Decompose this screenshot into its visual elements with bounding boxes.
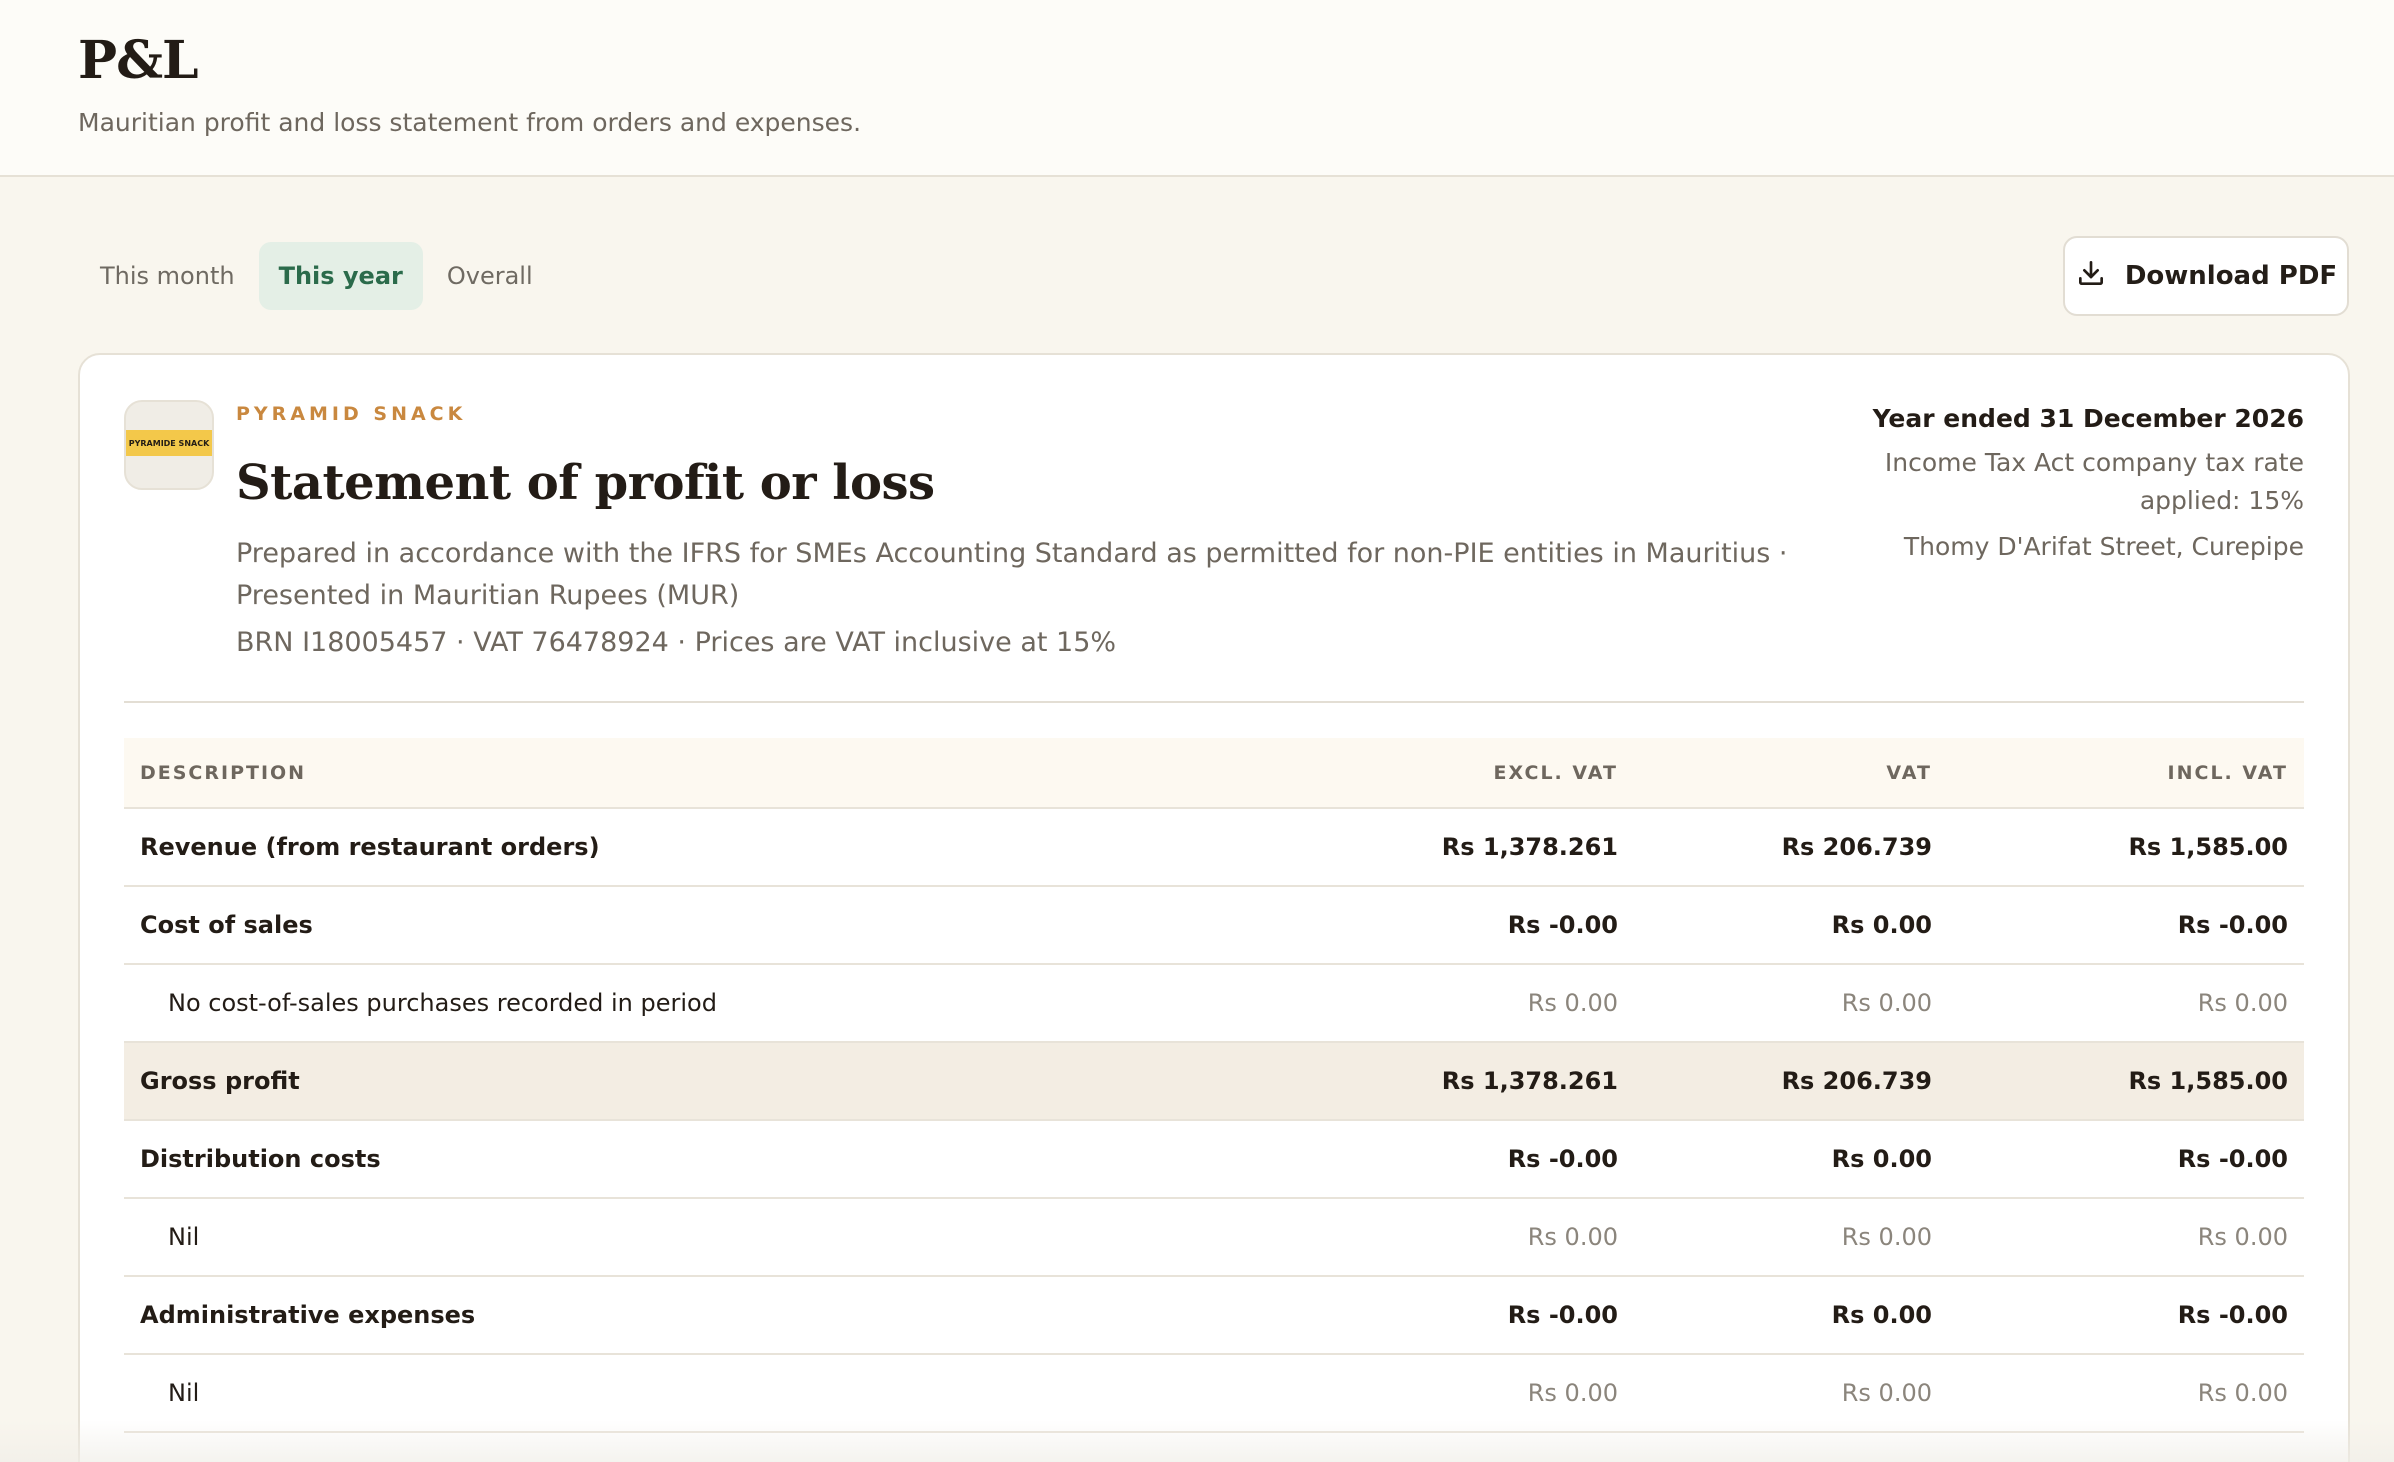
column-header-excl-vat: EXCL. VAT [1414, 738, 1634, 809]
row-incl-vat: Rs -0.00 [1948, 1120, 2304, 1199]
period-tabs: This month This year Overall [80, 242, 553, 310]
row-incl-vat: Rs 1,585.00 [1948, 808, 2304, 887]
table-row: No cost-of-sales purchases recorded in p… [124, 964, 2304, 1043]
period-label: Year ended 31 December 2026 [1872, 404, 2304, 433]
row-description: Cost of sales [124, 886, 1414, 965]
table-row: Distribution costs Rs -0.00 Rs 0.00 Rs -… [124, 1120, 2304, 1199]
row-description: Nil [124, 1354, 1414, 1433]
column-header-description: DESCRIPTION [124, 738, 1414, 809]
company-logo: PYRAMIDE SNACK [124, 400, 214, 490]
row-excl-vat: Rs 0.00 [1414, 1354, 1634, 1433]
table-row: Nil Rs 0.00 Rs 0.00 Rs 0.00 [124, 1354, 2304, 1433]
row-excl-vat: Rs -0.00 [1414, 886, 1634, 965]
tab-overall[interactable]: Overall [427, 242, 553, 310]
download-pdf-button[interactable]: Download PDF [2063, 236, 2349, 316]
row-excl-vat: Rs 0.00 [1414, 1198, 1634, 1277]
row-vat: Rs 0.00 [1634, 1276, 1948, 1355]
column-header-vat: VAT [1634, 738, 1948, 809]
column-header-incl-vat: INCL. VAT [1948, 738, 2304, 809]
row-description: Administrative expenses [124, 1276, 1414, 1355]
row-vat: Rs 0.00 [1634, 1354, 1948, 1433]
row-description: Nil [124, 1198, 1414, 1277]
tax-rate-note: Income Tax Act company tax rate applied:… [1884, 448, 2304, 515]
row-vat: Rs 206.739 [1634, 1042, 1948, 1121]
table-row: Cost of sales Rs -0.00 Rs 0.00 Rs -0.00 [124, 886, 2304, 965]
statement-title: Statement of profit or loss [236, 455, 935, 511]
tab-this-month[interactable]: This month [80, 242, 255, 310]
row-vat: Rs 0.00 [1634, 964, 1948, 1043]
row-incl-vat: Rs 0.00 [1948, 964, 2304, 1043]
table-header-row: DESCRIPTION EXCL. VAT VAT INCL. VAT [124, 738, 2304, 809]
tab-this-year[interactable]: This year [258, 242, 423, 310]
statement-meta: Year ended 31 December 2026 Income Tax A… [1784, 400, 2304, 566]
table-row: Revenue (from restaurant orders) Rs 1,37… [124, 808, 2304, 887]
prepared-note: Prepared in accordance with the IFRS for… [236, 538, 1788, 611]
row-incl-vat: Rs -0.00 [1948, 886, 2304, 965]
logo-band: PYRAMIDE SNACK [126, 430, 212, 456]
company-address: Thomy D'Arifat Street, Curepipe [1903, 532, 2304, 561]
row-vat: Rs 0.00 [1634, 886, 1948, 965]
row-vat: Rs 0.00 [1634, 1120, 1948, 1199]
row-excl-vat: Rs -0.00 [1414, 1120, 1634, 1199]
row-vat: Rs 0.00 [1634, 1198, 1948, 1277]
row-incl-vat: Rs -0.00 [1948, 1276, 2304, 1355]
download-icon [2075, 257, 2107, 296]
row-incl-vat: Rs 0.00 [1948, 1198, 2304, 1277]
row-vat: Rs 206.739 [1634, 808, 1948, 887]
page-header: P&L Mauritian profit and loss statement … [0, 0, 2394, 177]
row-description: No cost-of-sales purchases recorded in p… [124, 964, 1414, 1043]
row-description: Distribution costs [124, 1120, 1414, 1199]
page-subtitle: Mauritian profit and loss statement from… [78, 108, 862, 137]
download-pdf-label: Download PDF [2124, 261, 2338, 291]
row-excl-vat: Rs 0.00 [1414, 964, 1634, 1043]
page-title: P&L [78, 30, 199, 91]
pl-table: DESCRIPTION EXCL. VAT VAT INCL. VAT Reve… [124, 738, 2304, 1433]
row-description: Gross profit [124, 1042, 1414, 1121]
divider [124, 701, 2304, 703]
company-identifiers: BRN I18005457 · VAT 76478924 · Prices ar… [236, 627, 1117, 658]
table-row: Administrative expenses Rs -0.00 Rs 0.00… [124, 1276, 2304, 1355]
table-row-total: Gross profit Rs 1,378.261 Rs 206.739 Rs … [124, 1042, 2304, 1121]
row-incl-vat: Rs 1,585.00 [1948, 1042, 2304, 1121]
table-row: Nil Rs 0.00 Rs 0.00 Rs 0.00 [124, 1198, 2304, 1277]
statement-card: PYRAMIDE SNACK PYRAMID SNACK Statement o… [78, 353, 2350, 1462]
row-incl-vat: Rs 0.00 [1948, 1354, 2304, 1433]
brand-name: PYRAMID SNACK [236, 403, 467, 425]
row-excl-vat: Rs 1,378.261 [1414, 1042, 1634, 1121]
row-excl-vat: Rs -0.00 [1414, 1276, 1634, 1355]
row-description: Revenue (from restaurant orders) [124, 808, 1414, 887]
row-excl-vat: Rs 1,378.261 [1414, 808, 1634, 887]
